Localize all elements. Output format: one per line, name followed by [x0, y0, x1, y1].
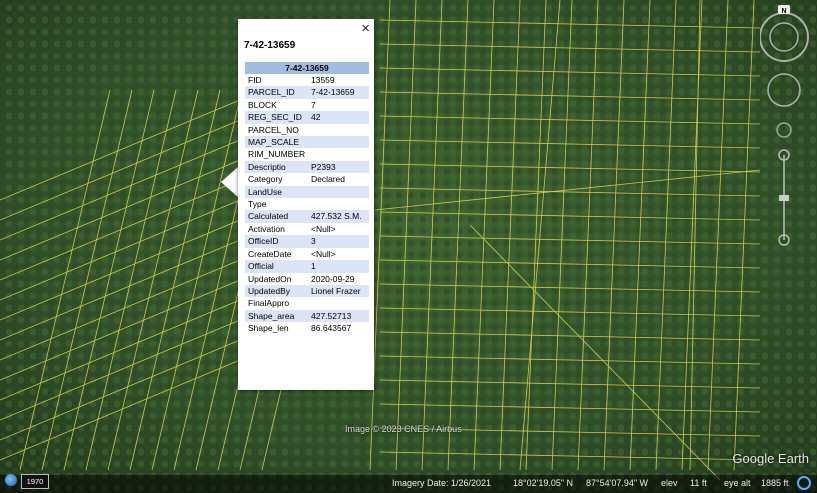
- attribute-row: LandUse: [245, 185, 369, 199]
- attribute-value: Lionel Frazer: [311, 285, 361, 296]
- attribute-value: 7: [311, 99, 316, 110]
- attribute-value: <Null>: [311, 248, 336, 259]
- attribute-value: 1: [311, 261, 316, 272]
- parcel-info-popup: × 7-42-13659 7-42-13659 FID 13559 PARCEL_I…: [238, 19, 374, 390]
- attribute-key: OfficeID: [248, 236, 279, 247]
- attribute-value: 13559: [311, 75, 335, 85]
- attribute-table-body: FID 13559 PARCEL_ID 7-42-13659 BLOCK 7 REG_SEC…: [245, 74, 369, 335]
- attribute-row: Shape_area 427.52713: [245, 309, 369, 323]
- attribute-key: BLOCK: [248, 99, 277, 110]
- attribute-value: [308, 148, 369, 160]
- attribute-key: Activation: [248, 223, 285, 234]
- attribute-row: Activation <Null>: [245, 223, 369, 235]
- attribute-key: Official: [248, 261, 274, 272]
- compass-north-label: N: [781, 8, 786, 15]
- attribute-row: FinalAppro: [245, 297, 369, 309]
- popup-pointer: [221, 166, 239, 198]
- attribute-key: CreateDate: [248, 248, 292, 259]
- attribute-key: Type: [248, 199, 267, 210]
- navigation-controls[interactable]: N: [760, 5, 810, 255]
- google-earth-logo: Google Earth: [732, 451, 809, 466]
- attribute-value: 7-42-13659: [311, 87, 355, 98]
- imagery-credit: Image © 2023 CNES / Airbus: [345, 424, 462, 434]
- eye-alt-label: eye alt: [724, 478, 751, 488]
- attribute-row: MAP_SCALE: [245, 136, 369, 149]
- attribute-value: [308, 136, 369, 148]
- satellite-map[interactable]: [0, 0, 817, 493]
- attribute-row: BLOCK 7: [245, 99, 369, 111]
- attribute-value: 86.643567: [311, 323, 352, 334]
- attribute-table: 7-42-13659 FID 13559 PARCEL_ID 7-42-13659 BL…: [245, 62, 369, 335]
- attribute-table-header: 7-42-13659: [245, 62, 369, 74]
- attribute-key: RIM_NUMBER: [248, 149, 306, 160]
- attribute-row: Shape_len 86.643567: [245, 322, 369, 334]
- attribute-key: Shape_len: [248, 323, 289, 334]
- attribute-key: UpdatedBy: [248, 285, 291, 296]
- attribute-key: FinalAppro: [248, 298, 290, 309]
- imagery-date: Imagery Date: 1/26/2021: [392, 478, 492, 488]
- attribute-value: [308, 198, 369, 210]
- attribute-value: Declared: [311, 174, 346, 185]
- status-bar: Imagery Date: 1/26/2021 18°02'19.05" N 8…: [0, 475, 817, 493]
- attribute-value: [308, 124, 369, 136]
- attribute-key: FID: [248, 75, 262, 85]
- attribute-row: OfficeID 3: [245, 235, 369, 248]
- move-joystick[interactable]: [767, 73, 801, 107]
- attribute-value: [308, 186, 369, 198]
- attribute-key: Descriptio: [248, 161, 286, 172]
- attribute-row: Calculated 427.532 S.M.: [245, 210, 369, 223]
- attribute-key: MAP_SCALE: [248, 137, 300, 148]
- attribute-key: UpdatedOn: [248, 273, 292, 284]
- attribute-key: Calculated: [248, 211, 289, 222]
- popup-title: 7-42-13659: [244, 40, 296, 51]
- elevation-label: elev: [661, 478, 678, 488]
- attribute-value: <Null>: [311, 223, 336, 234]
- attribute-key: Category: [248, 174, 283, 185]
- compass-ring[interactable]: [760, 12, 809, 62]
- close-icon[interactable]: ×: [361, 21, 370, 36]
- attribute-row: Type: [245, 198, 369, 210]
- latitude: 18°02'19.05" N: [513, 478, 574, 488]
- attribute-value: [308, 297, 369, 309]
- attribute-value: 427.52713: [311, 310, 352, 321]
- look-joystick[interactable]: [769, 22, 799, 52]
- attribute-value: 427.532 S.M.: [311, 211, 362, 222]
- street-view-pegman-icon[interactable]: [776, 122, 792, 138]
- longitude: 87°54'07.94" W: [586, 478, 649, 488]
- attribute-row: PARCEL_ID 7-42-13659: [245, 86, 369, 99]
- attribute-row: PARCEL_NO: [245, 124, 369, 136]
- attribute-key: REG_SEC_ID: [248, 112, 302, 123]
- attribute-value: P2393: [311, 161, 336, 172]
- attribute-value: 42: [311, 112, 321, 123]
- attribute-value: 3: [311, 236, 316, 247]
- attribute-row: Descriptio P2393: [245, 160, 369, 174]
- historical-imagery-year[interactable]: 1970: [21, 474, 49, 489]
- attribute-row: CreateDate <Null>: [245, 248, 369, 260]
- attribute-key: Shape_area: [248, 310, 295, 321]
- attribute-row: Official 1: [245, 260, 369, 273]
- eye-alt-value: 1885 ft: [761, 478, 789, 488]
- zoom-slider-thumb[interactable]: [779, 195, 789, 201]
- attribute-key: PARCEL_ID: [248, 87, 295, 98]
- attribute-value: 2020-09-29: [311, 273, 355, 284]
- attribute-row: Category Declared: [245, 173, 369, 185]
- attribute-row: UpdatedOn 2020-09-29: [245, 273, 369, 285]
- attribute-key: LandUse: [248, 186, 283, 197]
- attribute-key: PARCEL_NO: [248, 124, 299, 135]
- attribute-row: RIM_NUMBER: [245, 148, 369, 160]
- attribute-row: UpdatedBy Lionel Frazer: [245, 284, 369, 298]
- globe-icon: [5, 474, 17, 486]
- elevation-value: 11 ft: [690, 478, 707, 488]
- attribute-row: REG_SEC_ID 42: [245, 111, 369, 124]
- attribute-row: FID 13559: [245, 74, 369, 86]
- streaming-progress-icon: [797, 476, 811, 490]
